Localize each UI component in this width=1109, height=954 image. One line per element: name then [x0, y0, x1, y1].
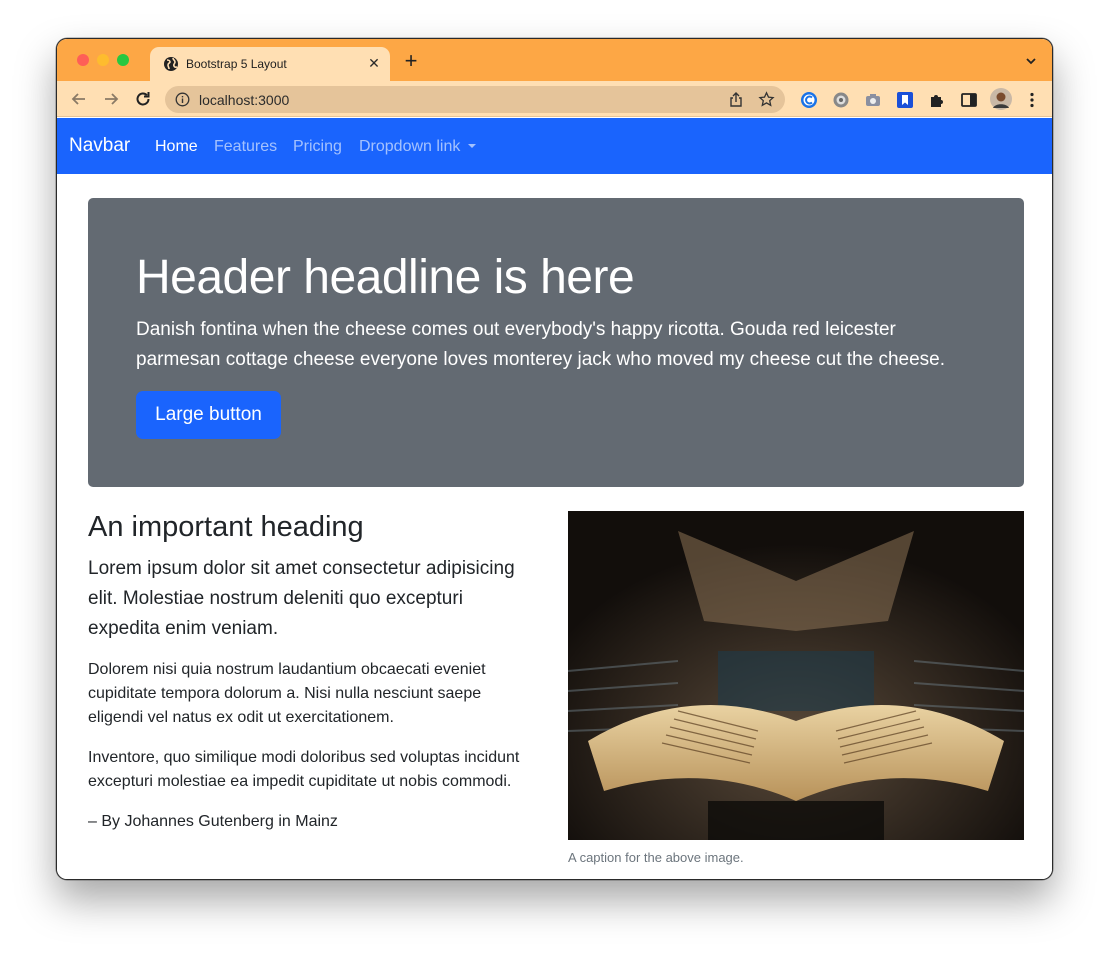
tab-close-button[interactable]: ✕ [365, 54, 383, 72]
share-icon[interactable] [728, 91, 744, 108]
figure-caption: A caption for the above image. [568, 850, 744, 865]
reload-icon[interactable] [133, 89, 153, 109]
caret-down-icon [468, 144, 477, 148]
minimize-window-button[interactable] [97, 54, 109, 66]
new-tab-button[interactable]: + [401, 50, 421, 72]
navbar-brand[interactable]: Navbar [69, 135, 130, 157]
star-icon[interactable] [758, 91, 775, 108]
nav-link-dropdown[interactable]: Dropdown link [359, 138, 477, 156]
figure: A caption for the above image. [568, 511, 1024, 865]
dropdown-label: Dropdown link [359, 138, 461, 155]
hero-headline: Header headline is here [136, 251, 635, 304]
browser-toolbar: localhost:3000 [57, 81, 1052, 117]
kebab-menu-icon[interactable] [1023, 91, 1041, 109]
browser-window: Bootstrap 5 Layout ✕ + localhost:3000 Na… [56, 38, 1053, 880]
hero-jumbotron: Header headline is here Danish fontina w… [88, 198, 1024, 487]
forward-arrow-icon[interactable] [101, 89, 121, 109]
info-icon[interactable] [175, 92, 190, 107]
url-text: localhost:3000 [199, 92, 290, 108]
article-paragraph: Dolorem nisi quia nostrum laudantium obc… [88, 661, 486, 726]
globe-icon [164, 57, 178, 71]
nav-link-pricing[interactable]: Pricing [293, 138, 342, 156]
profile-avatar[interactable] [990, 88, 1012, 110]
web-page: Navbar Home Features Pricing Dropdown li… [57, 118, 1052, 879]
hero-lead: Danish fontina when the cheese comes out… [136, 319, 945, 370]
extension-bookmark-icon[interactable] [896, 91, 914, 109]
extension-c-icon[interactable] [800, 91, 818, 109]
chevron-down-icon[interactable] [1024, 54, 1038, 68]
tab-strip: Bootstrap 5 Layout ✕ + [57, 39, 1052, 81]
browser-tab[interactable]: Bootstrap 5 Layout ✕ [150, 47, 390, 81]
navbar: Navbar Home Features Pricing Dropdown li… [57, 118, 1052, 174]
tab-title: Bootstrap 5 Layout [186, 57, 287, 71]
close-window-button[interactable] [77, 54, 89, 66]
puzzle-icon[interactable] [928, 91, 946, 109]
article-byline: – By Johannes Gutenberg in Mainz [88, 813, 338, 830]
back-arrow-icon[interactable] [69, 89, 89, 109]
article-paragraph: Inventore, quo similique modi doloribus … [88, 749, 520, 790]
extension-gear-icon[interactable] [832, 91, 850, 109]
nav-link-features[interactable]: Features [214, 138, 277, 156]
article: An important heading Lorem ipsum dolor s… [88, 511, 538, 850]
maximize-window-button[interactable] [117, 54, 129, 66]
camera-icon[interactable] [864, 91, 882, 109]
sidebar-icon[interactable] [960, 91, 978, 109]
address-bar[interactable]: localhost:3000 [165, 86, 785, 113]
large-button[interactable]: Large button [136, 391, 281, 439]
gutenberg-bible-image [568, 511, 1024, 840]
nav-link-home[interactable]: Home [155, 138, 198, 156]
article-heading: An important heading [88, 511, 364, 543]
article-lead: Lorem ipsum dolor sit amet consectetur a… [88, 558, 515, 639]
